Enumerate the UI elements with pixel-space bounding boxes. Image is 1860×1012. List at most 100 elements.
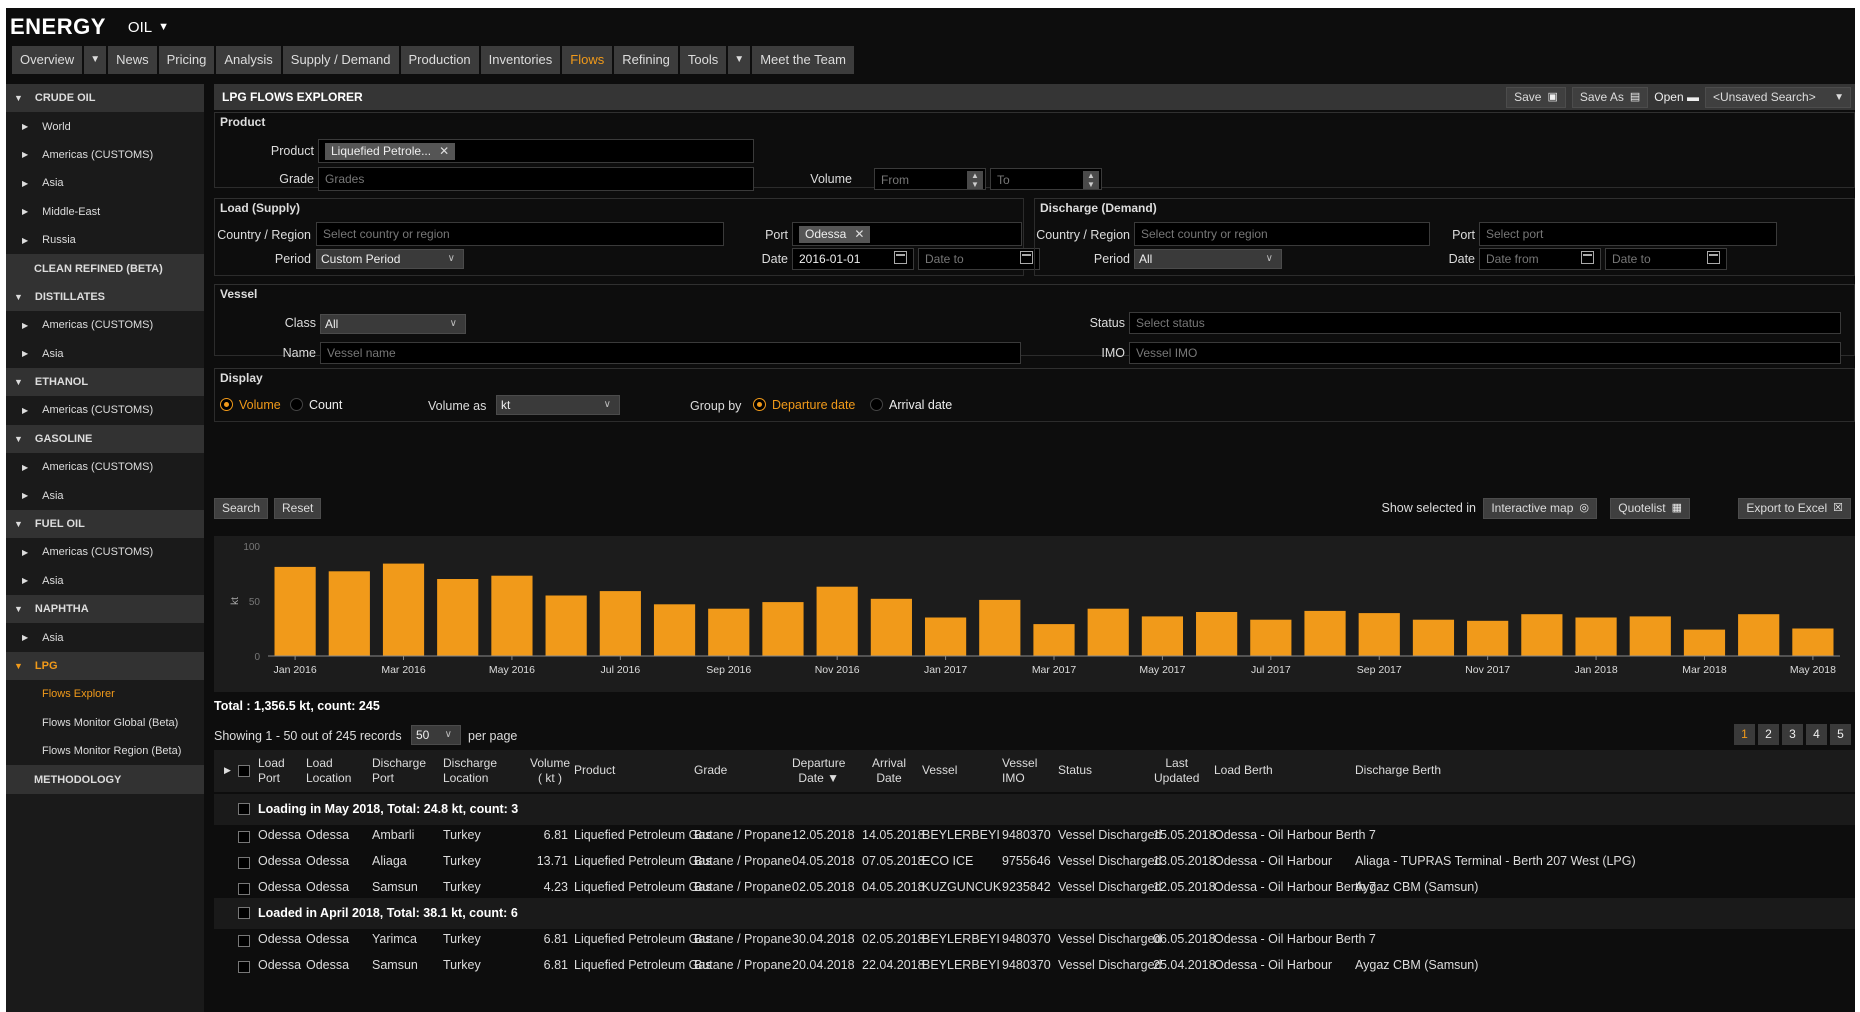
- sidebar-flows-monitor-region-beta[interactable]: Flows Monitor Region (Beta): [6, 737, 204, 765]
- column-header-status[interactable]: Status: [1058, 763, 1092, 778]
- sidebar-lpg[interactable]: ▼ LPG: [6, 651, 204, 681]
- row-checkbox[interactable]: [238, 882, 250, 896]
- open-button[interactable]: Open ▬: [1654, 90, 1699, 104]
- discharge-period-select[interactable]: All ∨: [1134, 249, 1282, 269]
- expand-all-icon[interactable]: ▶: [224, 763, 231, 778]
- discharge-country-input[interactable]: Select country or region: [1134, 222, 1430, 246]
- page-1-button[interactable]: 1: [1734, 724, 1755, 745]
- tab-inventories[interactable]: Inventories: [480, 46, 561, 74]
- sidebar-asia[interactable]: ▶ Asia: [6, 340, 204, 368]
- sidebar-americas-customs[interactable]: ▶ Americas (CUSTOMS): [6, 453, 204, 481]
- load-date-from-input[interactable]: 2016-01-01: [792, 248, 914, 270]
- column-header-grade[interactable]: Grade: [694, 763, 727, 778]
- reset-button[interactable]: Reset: [274, 498, 322, 519]
- column-header-last-updated[interactable]: Last Updated: [1154, 756, 1199, 786]
- count-radio[interactable]: Count: [290, 398, 342, 412]
- sidebar-methodology[interactable]: METHODOLOGY: [6, 765, 204, 794]
- departure-date-radio[interactable]: Departure date: [753, 398, 855, 412]
- table-row[interactable]: Odessa Odessa Samsun Turkey 6.81 Liquefied Pe…: [214, 950, 1855, 981]
- load-country-input[interactable]: Select country or region: [316, 222, 724, 246]
- tab-analysis[interactable]: Analysis: [216, 46, 281, 74]
- calendar-icon[interactable]: [894, 251, 907, 264]
- column-header-product[interactable]: Product: [574, 763, 615, 778]
- column-header-discharge-berth[interactable]: Discharge Berth: [1355, 763, 1441, 778]
- save-button[interactable]: Save ▣: [1506, 86, 1566, 108]
- sidebar-russia[interactable]: ▶ Russia: [6, 226, 204, 254]
- tab-meet-the-team[interactable]: Meet the Team: [752, 46, 854, 74]
- column-header-discharge-location[interactable]: Discharge Location: [443, 756, 497, 786]
- column-header-arrival[interactable]: Arrival Date: [872, 756, 906, 786]
- sidebar-flows-explorer[interactable]: Flows Explorer: [6, 680, 204, 708]
- sidebar-flows-monitor-global-beta[interactable]: Flows Monitor Global (Beta): [6, 709, 204, 737]
- column-header-volume[interactable]: Volume ( kt ): [530, 756, 570, 786]
- load-port-input[interactable]: Odessa ✕: [792, 222, 1022, 246]
- sidebar-asia[interactable]: ▶ Asia: [6, 169, 204, 197]
- page-3-button[interactable]: 3: [1782, 724, 1803, 745]
- sidebar-crude-oil[interactable]: ▼ CRUDE OIL: [6, 84, 204, 113]
- sidebar-americas-customs[interactable]: ▶ Americas (CUSTOMS): [6, 396, 204, 424]
- grade-input[interactable]: Grades: [318, 167, 754, 191]
- tab-flows[interactable]: Flows: [562, 46, 613, 74]
- sidebar-asia[interactable]: ▶ Asia: [6, 567, 204, 595]
- discharge-date-to-input[interactable]: Date to: [1605, 248, 1727, 270]
- save-as-button[interactable]: Save As ▤: [1571, 86, 1649, 108]
- column-header-departure[interactable]: Departure Date ▼: [792, 756, 845, 786]
- tab-overview[interactable]: Overview: [12, 46, 83, 74]
- sidebar-gasoline[interactable]: ▼ GASOLINE: [6, 424, 204, 454]
- row-checkbox[interactable]: [238, 802, 250, 816]
- column-header-load-location[interactable]: Load Location: [306, 756, 351, 786]
- sidebar-distillates[interactable]: ▼ DISTILLATES: [6, 282, 204, 312]
- row-checkbox[interactable]: [238, 906, 250, 920]
- arrival-date-radio[interactable]: Arrival date: [870, 398, 952, 412]
- page-2-button[interactable]: 2: [1758, 724, 1779, 745]
- sidebar-world[interactable]: ▶ World: [6, 112, 204, 140]
- per-page-select[interactable]: 50 ∨: [411, 725, 461, 745]
- discharge-port-input[interactable]: Select port: [1479, 222, 1777, 246]
- tab-tools[interactable]: Tools: [679, 46, 727, 74]
- quotelist-button[interactable]: Quotelist ▦: [1610, 498, 1690, 519]
- commodity-selector[interactable]: OIL ▼: [128, 19, 169, 36]
- row-checkbox[interactable]: [238, 960, 250, 974]
- sidebar-americas-customs[interactable]: ▶ Americas (CUSTOMS): [6, 538, 204, 566]
- nav-dropdown-caret-icon[interactable]: ▼: [84, 46, 107, 74]
- search-button[interactable]: Search: [214, 498, 269, 519]
- load-date-to-input[interactable]: Date to: [918, 248, 1040, 270]
- tab-supply-demand[interactable]: Supply / Demand: [282, 46, 399, 74]
- sidebar-americas-customs[interactable]: ▶ Americas (CUSTOMS): [6, 141, 204, 169]
- product-input[interactable]: Liquefied Petrole... ✕: [318, 139, 754, 163]
- column-header-load-port[interactable]: Load Port: [258, 756, 285, 786]
- sidebar-middle-east[interactable]: ▶ Middle-East: [6, 198, 204, 226]
- calendar-icon[interactable]: [1707, 251, 1720, 264]
- volume-from-input[interactable]: From ▲ ▼: [874, 168, 986, 190]
- page-4-button[interactable]: 4: [1806, 724, 1827, 745]
- column-header-vessel[interactable]: Vessel: [922, 763, 957, 778]
- remove-chip-icon[interactable]: ✕: [439, 144, 449, 158]
- port-chip[interactable]: Odessa ✕: [799, 226, 871, 243]
- column-header-imo[interactable]: Vessel IMO: [1002, 756, 1037, 786]
- sidebar-ethanol[interactable]: ▼ ETHANOL: [6, 367, 204, 397]
- volume-radio[interactable]: Volume: [220, 398, 281, 412]
- page-5-button[interactable]: 5: [1830, 724, 1851, 745]
- vessel-imo-input[interactable]: Vessel IMO: [1129, 342, 1841, 364]
- vessel-name-input[interactable]: Vessel name: [320, 342, 1021, 364]
- interactive-map-button[interactable]: Interactive map ◎: [1483, 498, 1597, 519]
- calendar-icon[interactable]: [1020, 251, 1033, 264]
- sidebar-asia[interactable]: ▶ Asia: [6, 623, 204, 651]
- sidebar-fuel-oil[interactable]: ▼ FUEL OIL: [6, 509, 204, 539]
- nav-dropdown-caret-icon[interactable]: ▼: [728, 46, 751, 74]
- sidebar-clean-refined-beta[interactable]: CLEAN REFINED (BETA): [6, 254, 204, 283]
- tab-refining[interactable]: Refining: [614, 46, 678, 74]
- column-header-load-berth[interactable]: Load Berth: [1214, 763, 1273, 778]
- tab-pricing[interactable]: Pricing: [158, 46, 215, 74]
- volume-as-select[interactable]: kt ∨: [496, 395, 620, 415]
- select-all-checkbox[interactable]: [238, 764, 250, 779]
- load-period-select[interactable]: Custom Period ∨: [316, 249, 464, 269]
- discharge-date-from-input[interactable]: Date from: [1479, 248, 1601, 270]
- tab-production[interactable]: Production: [400, 46, 479, 74]
- volume-to-input[interactable]: To ▲ ▼: [990, 168, 1102, 190]
- column-header-discharge-port[interactable]: Discharge Port: [372, 756, 426, 786]
- stepper-icon[interactable]: ▲ ▼: [1083, 171, 1099, 189]
- vessel-status-input[interactable]: Select status: [1129, 312, 1841, 334]
- row-checkbox[interactable]: [238, 934, 250, 948]
- saved-search-select[interactable]: <Unsaved Search> ▼: [1705, 86, 1851, 108]
